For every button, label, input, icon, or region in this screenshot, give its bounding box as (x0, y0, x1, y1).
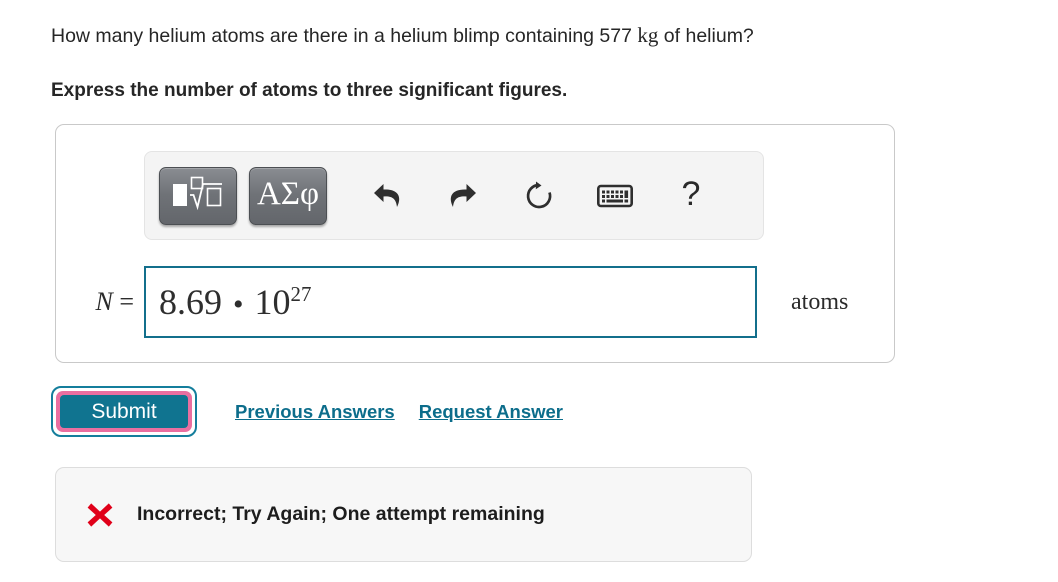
equals-sign: = (119, 287, 134, 316)
undo-icon (370, 180, 404, 212)
action-row: Submit Previous Answers Request Answer (51, 386, 563, 437)
square-root-template-icon (172, 176, 224, 215)
submit-button-wrapper: Submit (51, 386, 197, 437)
feedback-box: Incorrect; Try Again; One attempt remain… (55, 467, 752, 562)
reset-icon (523, 180, 555, 212)
greek-letters-button[interactable]: ΑΣφ (249, 166, 327, 225)
question-text-part-1: How many helium atoms are there in a hel… (51, 25, 638, 47)
answer-base: 10 (254, 282, 291, 322)
redo-icon (446, 180, 480, 212)
question-text: How many helium atoms are there in a hel… (51, 22, 754, 49)
undo-button[interactable] (363, 172, 411, 220)
answer-exponent: 27 (290, 282, 312, 306)
submit-focus-ring: Submit (56, 391, 192, 432)
keyboard-icon (597, 183, 633, 209)
variable-name: N (95, 287, 113, 316)
instruction-text: Express the number of atoms to three sig… (51, 80, 568, 101)
redo-button[interactable] (439, 172, 487, 220)
question-unit: kg (637, 23, 659, 47)
reset-button[interactable] (515, 172, 563, 220)
help-button[interactable]: ? (667, 172, 715, 220)
answer-row: N = 8.69 • 1027 atoms (80, 266, 880, 338)
submit-button[interactable]: Submit (60, 395, 188, 428)
math-toolbar: ΑΣφ ? (144, 151, 764, 240)
red-x-icon (86, 501, 114, 529)
answer-mantissa: 8.69 (159, 282, 222, 322)
greek-letters-label: ΑΣφ (256, 175, 320, 212)
math-template-button[interactable] (159, 166, 237, 225)
answer-unit-label: atoms (791, 288, 849, 315)
feedback-message: Incorrect; Try Again; One attempt remain… (137, 503, 545, 525)
answer-value: 8.69 • 1027 (159, 284, 311, 320)
answer-panel: ΑΣφ ? N = 8.69 • 1027 atoms (55, 124, 895, 363)
request-answer-link[interactable]: Request Answer (419, 401, 563, 423)
previous-answers-link[interactable]: Previous Answers (235, 401, 395, 423)
answer-input[interactable]: 8.69 • 1027 (144, 266, 757, 338)
keyboard-button[interactable] (591, 172, 639, 220)
answer-operator: • (233, 288, 244, 321)
question-mark-icon: ? (681, 174, 701, 213)
variable-label: N = (80, 287, 144, 317)
question-text-part-2: of helium? (658, 25, 754, 47)
